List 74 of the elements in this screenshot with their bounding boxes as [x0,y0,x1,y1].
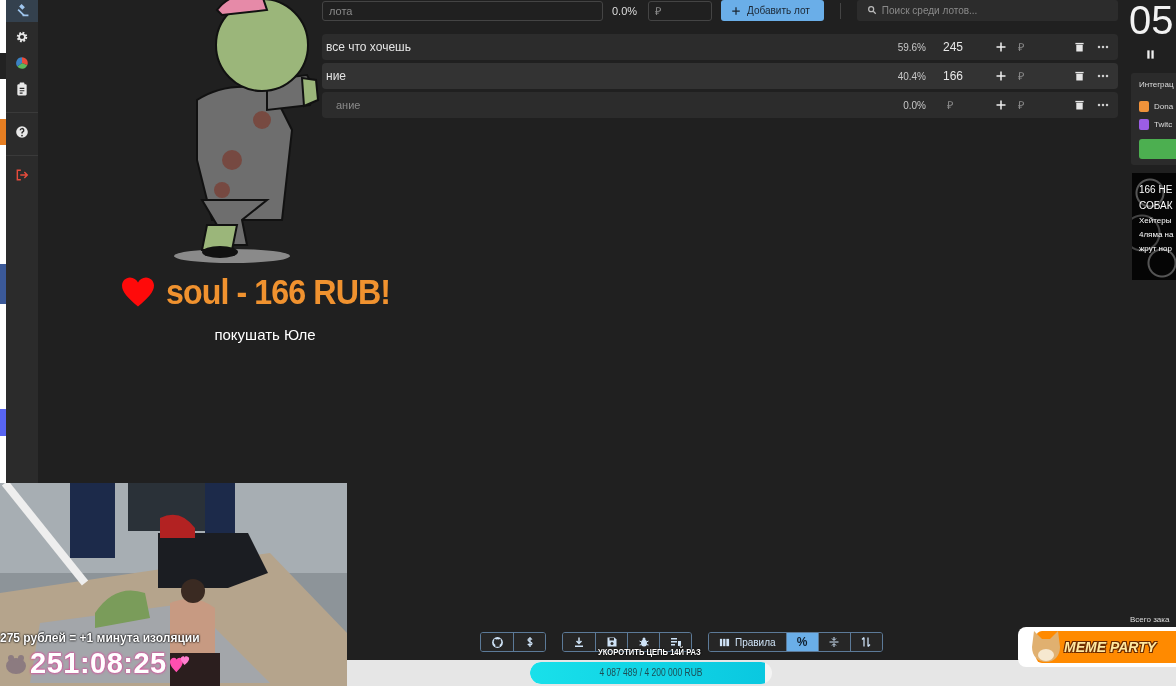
download-icon [573,636,585,648]
sidebar-item[interactable] [6,0,38,22]
toolbar-button[interactable]: Правила [709,633,786,651]
bug-icon [637,636,650,648]
split-icon [828,636,841,648]
donation-headline: soul - 166 RUB! [166,272,391,312]
promo-text: 4ляма на [1139,229,1175,241]
help-icon [15,125,29,139]
lot-name[interactable]: все что хочешь [326,40,411,54]
goal-title: УКОРОТИТЬ ЦЕПЬ 14Й РАЗ [598,646,701,657]
add-amount-field[interactable]: ₽ [1018,39,1048,55]
promo-text: Хейтеры [1139,215,1173,227]
integration-name[interactable]: Twitc [1154,120,1173,129]
sort-icon [860,636,873,648]
add-lot-button[interactable]: Добавить лот [721,0,824,21]
promo-text: жрут нор [1139,243,1173,255]
add-amount-field[interactable]: ₽ [1018,97,1048,113]
toolbar-button[interactable] [627,633,659,651]
trash-icon [1073,70,1085,82]
list-icon [669,636,682,648]
add-amount-field[interactable]: ₽ [1018,68,1048,84]
lot-percent: 59.6% [896,41,926,53]
trash-icon [1073,41,1085,53]
promo-text: 166 НЕ [1139,183,1174,197]
hearts-icon [168,653,191,674]
lot-amount: 245 [943,40,964,54]
integration-name[interactable]: Dona [1154,102,1174,111]
more-icon [1097,101,1109,109]
total-label: Всего зака [1130,615,1170,625]
github-icon [490,635,504,649]
lot-amount: 166 [943,69,964,83]
card-title: Интеграц [1139,80,1175,89]
webcam-caption: 275 рублей = +1 минута изоляции [0,631,200,645]
more-icon [1097,72,1109,80]
lot-percent: 40.4% [896,70,926,82]
save-icon [605,636,618,648]
search-field[interactable]: Поиск среди лотов... [856,0,1118,21]
plus-icon [731,5,741,16]
logo-text: MEME PARTY [1064,639,1157,655]
plus-icon [995,41,1007,53]
plus-icon [995,99,1007,111]
lot-name-field[interactable]: лота [322,0,603,21]
lot-name[interactable]: ние [326,69,346,83]
lot-row[interactable]: ание 0.0% ₽ ₽ [322,92,1118,118]
donation-message: покушать Юле [214,326,316,343]
timer-display: 05 [1130,0,1175,40]
lot-row[interactable]: все что хочешь 59.6% 245 ₽ [322,34,1118,60]
toolbar-button[interactable]: % [785,633,818,651]
plus-icon [995,70,1007,82]
lot-percent: 0.0% [902,99,926,111]
toolbar-button[interactable] [481,633,513,651]
logout-icon [15,168,29,182]
toolbar-button[interactable] [563,633,595,651]
pause-icon [1145,48,1156,61]
amount-field[interactable]: ₽ [648,0,712,21]
columns-icon [719,636,730,648]
toolbar-button[interactable] [595,633,627,651]
lot-name-field[interactable]: ание [336,97,396,113]
promo-text: СОБАК [1139,199,1174,213]
more-icon [1097,43,1109,51]
toolbar-button[interactable] [513,633,545,651]
lot-row[interactable]: ние 40.4% 166 ₽ [322,63,1118,89]
pie-chart-icon [15,56,29,70]
countdown-timer: 251:08:25 [30,647,167,680]
amount-field[interactable]: ₽ [947,97,977,113]
search-icon [866,5,877,15]
heart-icon [120,276,157,308]
toolbar-button[interactable] [817,633,850,651]
clipboard-icon [15,82,29,96]
gavel-icon [15,4,29,18]
trash-icon [1073,99,1085,111]
settings-icon [15,30,29,44]
new-lot-percent: 0.0% [612,4,639,17]
goal-reading: 4 087 489 / 4 200 000 RUB [598,667,704,678]
